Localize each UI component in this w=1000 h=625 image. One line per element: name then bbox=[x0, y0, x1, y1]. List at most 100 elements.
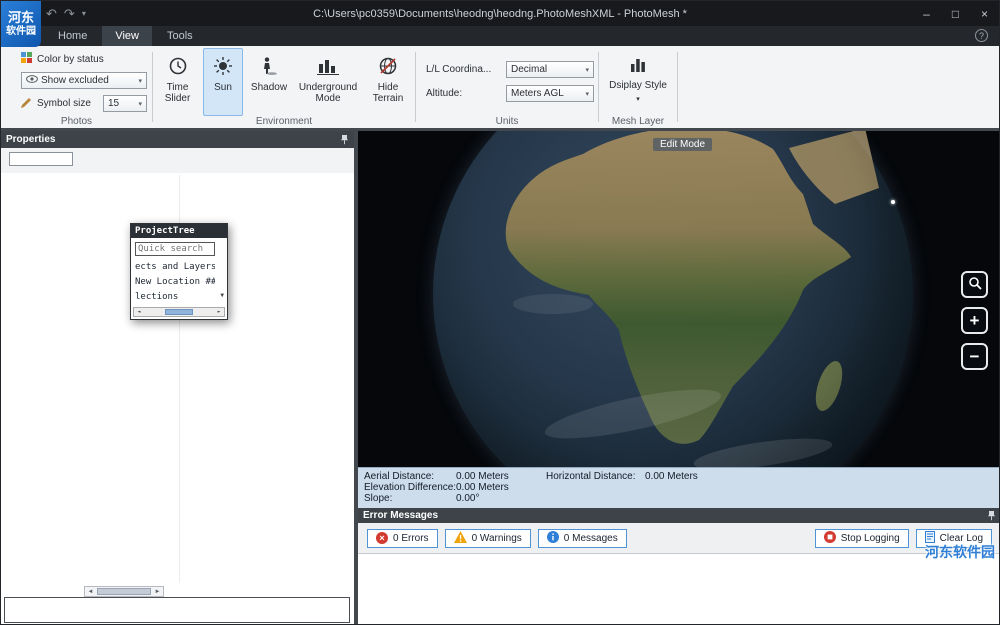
horizontal-distance-label: Horizontal Distance: bbox=[546, 471, 635, 482]
tree-item[interactable]: ects and Layers bbox=[135, 260, 215, 275]
redo-icon[interactable]: ↷ bbox=[64, 7, 75, 20]
maximize-button[interactable]: □ bbox=[941, 1, 970, 26]
show-excluded-dropdown[interactable]: Show excluded ▾ bbox=[21, 72, 147, 89]
chevron-down-icon: ▾ bbox=[135, 100, 142, 108]
info-circle-icon bbox=[547, 531, 559, 546]
environment-group-label: Environment bbox=[153, 116, 415, 127]
project-tree-titlebar[interactable]: ProjectTree bbox=[131, 224, 227, 238]
photos-group-label: Photos bbox=[1, 116, 152, 127]
color-by-status-label: Color by status bbox=[37, 54, 104, 65]
quick-access-dropdown-icon[interactable]: ▾ bbox=[82, 9, 86, 18]
symbol-size-row: Symbol size 15 ▾ bbox=[21, 95, 147, 112]
project-tree-list: ects and Layers New Location ##6 lection… bbox=[135, 260, 215, 305]
color-by-status-icon bbox=[21, 52, 32, 66]
zoom-in-button[interactable]: + bbox=[961, 307, 988, 334]
altitude-dropdown[interactable]: Meters AGL ▾ bbox=[506, 85, 594, 102]
elevation-difference-label: Elevation Difference: bbox=[364, 482, 456, 493]
tab-home[interactable]: Home bbox=[45, 26, 100, 46]
window-controls: – □ × bbox=[912, 1, 999, 26]
underground-icon bbox=[317, 56, 339, 79]
properties-panel-title: Properties bbox=[6, 134, 55, 145]
altitude-label: Altitude: bbox=[426, 88, 506, 99]
warning-triangle-icon bbox=[454, 531, 467, 546]
close-button[interactable]: × bbox=[970, 1, 999, 26]
3d-viewport[interactable]: Edit Mode + − bbox=[358, 131, 1000, 467]
clear-log-button[interactable]: Clear Log bbox=[916, 529, 992, 548]
mesh-layer-group-label: Mesh Layer bbox=[599, 116, 677, 127]
scroll-right-icon[interactable]: ► bbox=[214, 308, 224, 316]
time-slider-button[interactable]: Time Slider bbox=[155, 48, 200, 116]
scrollbar-track[interactable] bbox=[144, 308, 214, 316]
scroll-left-icon[interactable]: ◄ bbox=[85, 587, 96, 596]
error-panel-toolbar: × 0 Errors 0 Warnings 0 Messages Stop Lo… bbox=[358, 523, 1000, 554]
chevron-down-icon: ▾ bbox=[582, 90, 589, 98]
warnings-filter-button[interactable]: 0 Warnings bbox=[445, 529, 531, 548]
underground-mode-button[interactable]: Underground Mode bbox=[295, 48, 361, 116]
undo-icon[interactable]: ↶ bbox=[46, 7, 57, 20]
error-panel-title: Error Messages bbox=[363, 510, 438, 521]
project-tree-search-input[interactable] bbox=[135, 242, 215, 256]
coordinates-dropdown[interactable]: Decimal ▾ bbox=[506, 61, 594, 78]
ribbon: Color by status Show excluded ▾ Symbol s… bbox=[1, 46, 999, 131]
ribbon-group-units: L/L Coordina... Decimal ▾ Altitude: Mete… bbox=[416, 46, 598, 128]
shadow-button[interactable]: Shadow bbox=[246, 48, 292, 116]
tab-view[interactable]: View bbox=[102, 26, 152, 46]
properties-bottom-pane bbox=[4, 597, 350, 623]
messages-filter-button[interactable]: 0 Messages bbox=[538, 529, 627, 548]
zoom-window-button[interactable] bbox=[961, 271, 988, 298]
ribbon-group-environment: Time Slider Sun Shadow Underground Mode bbox=[153, 46, 415, 128]
coordinates-label: L/L Coordina... bbox=[426, 64, 506, 75]
window-title: C:\Users\pc0359\Documents\heodng\heodng.… bbox=[1, 8, 999, 20]
errors-filter-button[interactable]: × 0 Errors bbox=[367, 529, 438, 548]
pin-icon[interactable] bbox=[987, 511, 996, 521]
aerial-distance-label: Aerial Distance: bbox=[364, 471, 434, 482]
scroll-right-icon[interactable]: ► bbox=[152, 587, 163, 596]
properties-hscrollbar[interactable]: ◄ ► bbox=[84, 586, 164, 597]
aerial-distance-value: 0.00 Meters bbox=[456, 471, 509, 482]
sun-button[interactable]: Sun bbox=[203, 48, 243, 116]
zoom-out-button[interactable]: − bbox=[961, 343, 988, 370]
edit-mode-badge: Edit Mode bbox=[653, 138, 712, 151]
color-by-status-button[interactable]: Color by status bbox=[21, 52, 104, 66]
scrollbar-thumb[interactable] bbox=[165, 309, 193, 315]
project-tree-hscrollbar[interactable]: ◄ ► bbox=[133, 307, 225, 317]
tree-item[interactable]: New Location ##6 bbox=[135, 275, 215, 290]
elevation-difference-value: 0.00 Meters bbox=[456, 482, 509, 493]
sun-icon bbox=[213, 56, 233, 79]
slope-value: 0.00° bbox=[456, 493, 479, 504]
measurement-status-bar: Aerial Distance: 0.00 Meters Elevation D… bbox=[358, 467, 1000, 508]
help-icon[interactable]: ? bbox=[975, 29, 988, 42]
clock-icon bbox=[168, 56, 188, 79]
stop-logging-icon bbox=[824, 531, 836, 546]
shadow-icon bbox=[259, 56, 279, 79]
ribbon-group-mesh-layer: Dsiplay Style ▾ Mesh Layer bbox=[599, 46, 677, 128]
hide-terrain-button[interactable]: Hide Terrain bbox=[364, 48, 412, 116]
globe-slash-icon bbox=[378, 56, 398, 79]
display-style-button[interactable]: Dsiplay Style ▾ bbox=[605, 48, 671, 116]
viewport-nav-tools: + − bbox=[959, 271, 990, 370]
units-group-label: Units bbox=[416, 116, 598, 127]
symbol-size-dropdown[interactable]: 15 ▾ bbox=[103, 95, 147, 112]
error-log-content[interactable] bbox=[358, 554, 1000, 625]
tree-item[interactable]: lections bbox=[135, 290, 215, 305]
scrollbar-thumb[interactable] bbox=[97, 588, 151, 595]
stop-logging-button[interactable]: Stop Logging bbox=[815, 529, 909, 548]
clear-log-icon bbox=[925, 531, 935, 546]
scroll-left-icon[interactable]: ◄ bbox=[134, 308, 144, 316]
pin-icon[interactable] bbox=[340, 135, 349, 145]
scroll-down-icon[interactable]: ▼ bbox=[220, 292, 224, 299]
properties-filter-input[interactable] bbox=[9, 152, 73, 166]
show-excluded-label: Show excluded bbox=[41, 75, 109, 86]
ribbon-tab-row: Home View Tools ? bbox=[1, 26, 999, 46]
minimize-button[interactable]: – bbox=[912, 1, 941, 26]
location-marker[interactable] bbox=[891, 200, 895, 204]
error-circle-icon: × bbox=[376, 532, 388, 544]
properties-panel-header: Properties bbox=[1, 131, 354, 148]
tab-tools[interactable]: Tools bbox=[154, 26, 206, 46]
symbol-size-label: Symbol size bbox=[37, 98, 91, 109]
show-excluded-icon bbox=[26, 75, 38, 86]
chevron-down-icon: ▾ bbox=[582, 66, 589, 74]
ribbon-divider bbox=[677, 52, 678, 122]
chevron-down-icon: ▾ bbox=[135, 77, 142, 85]
globe-shading bbox=[433, 131, 913, 467]
